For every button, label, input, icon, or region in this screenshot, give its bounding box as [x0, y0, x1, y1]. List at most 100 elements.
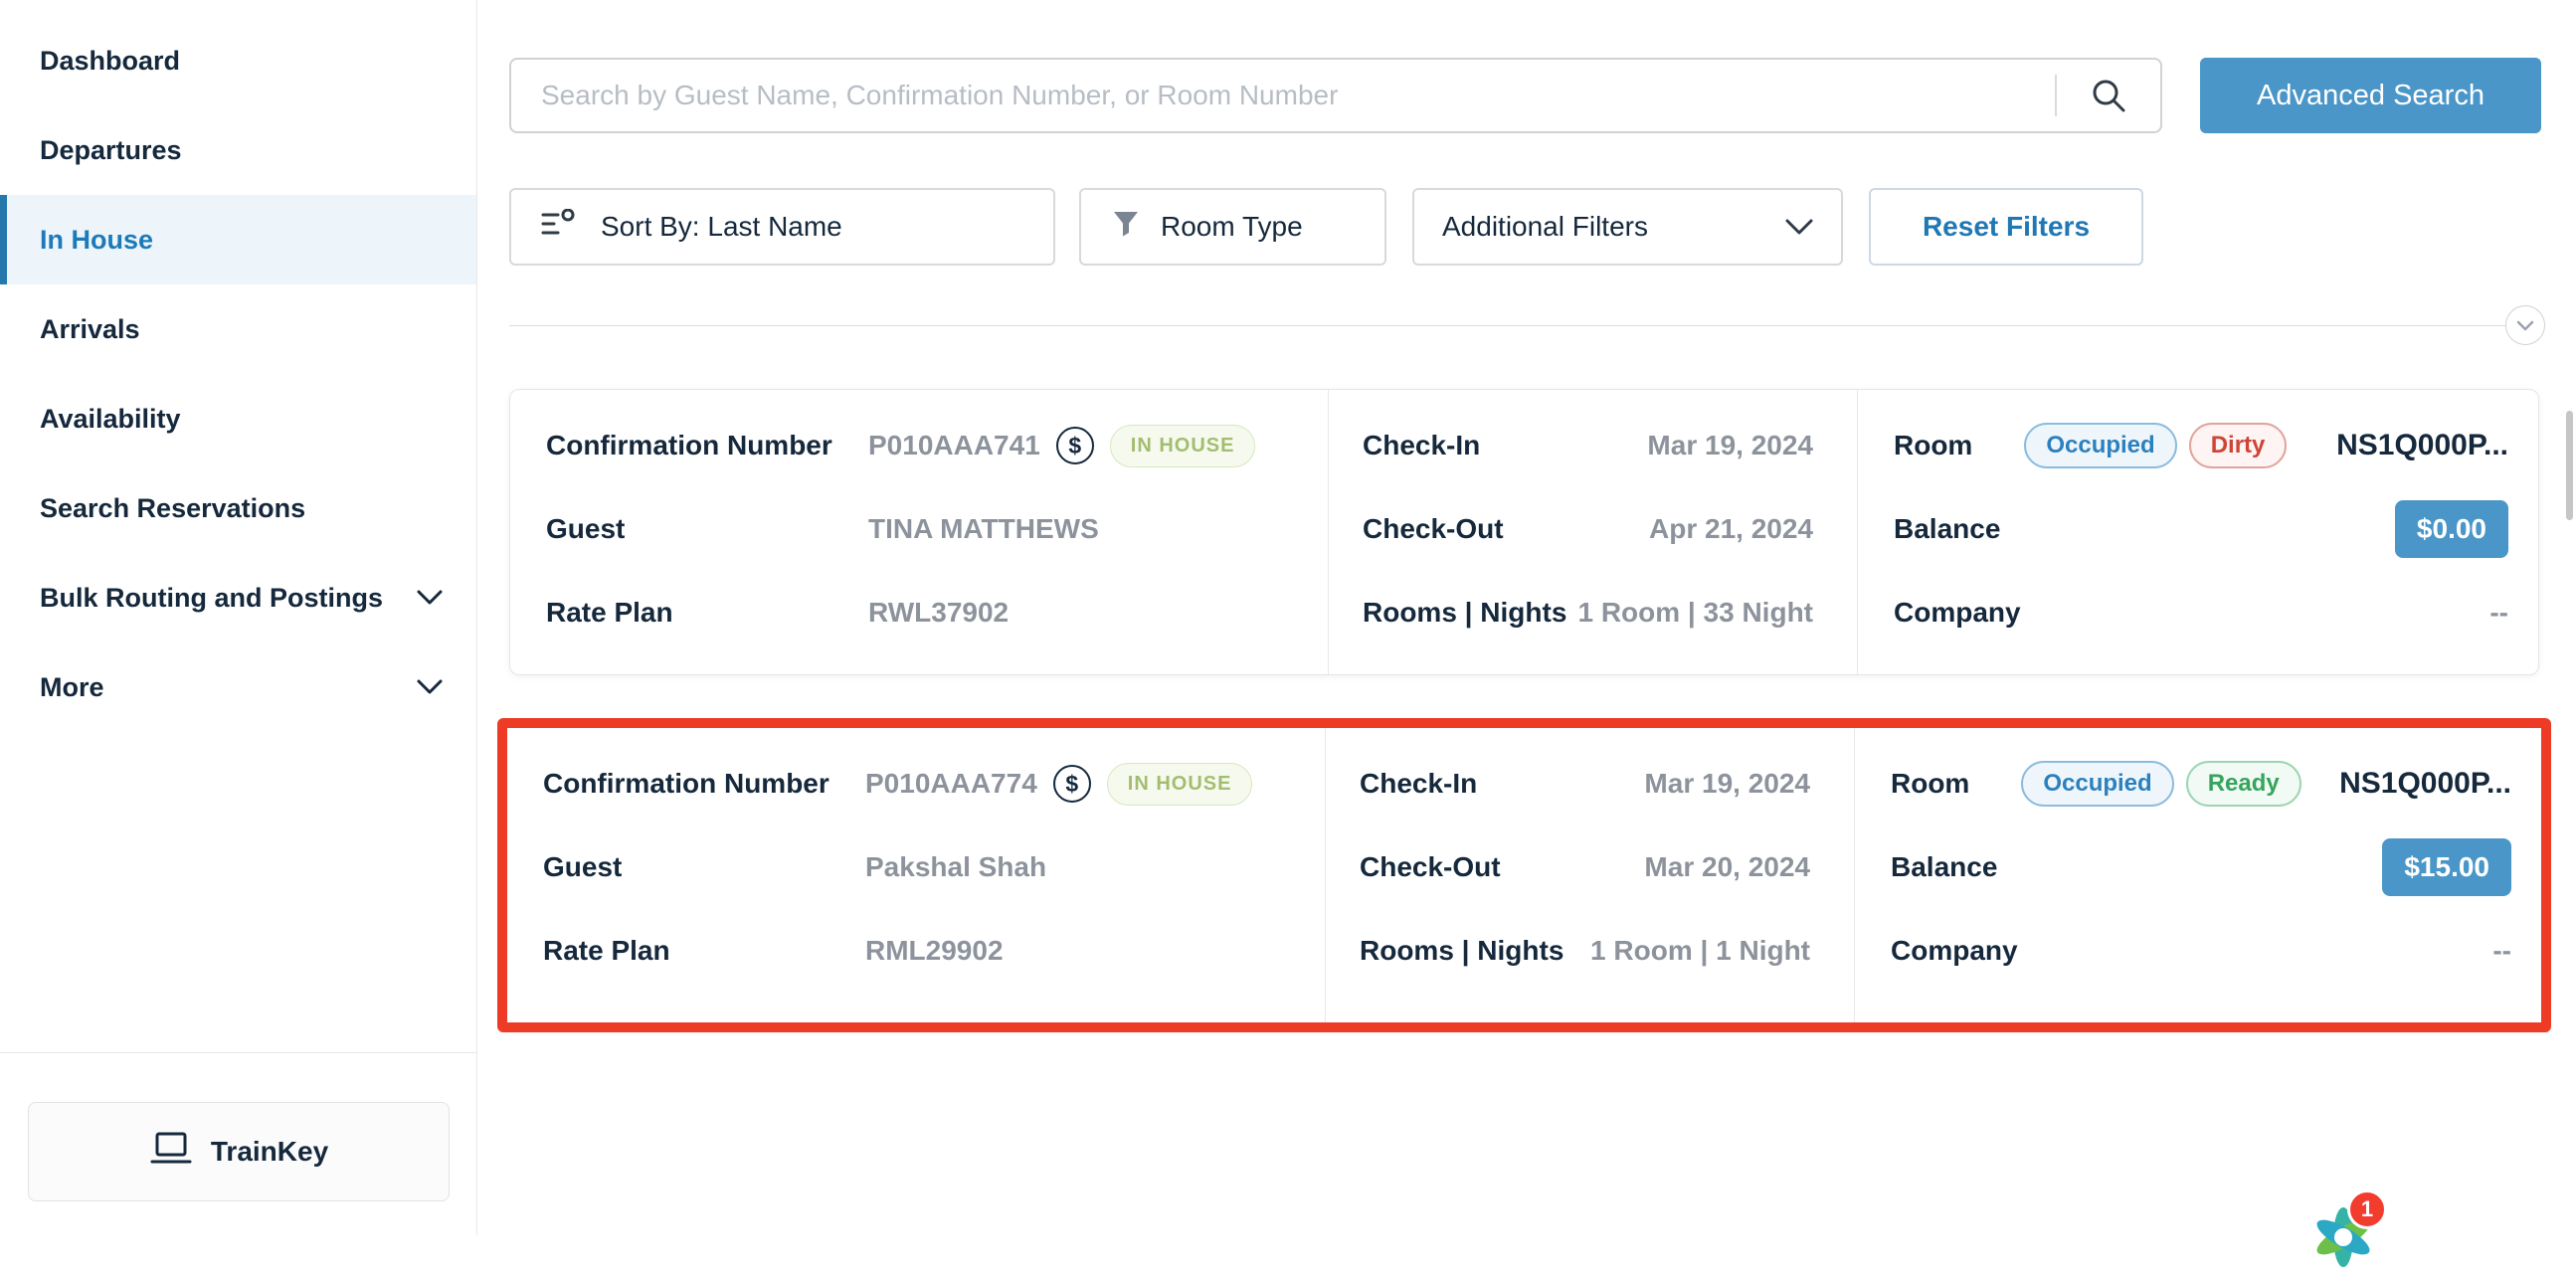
sidebar-item-label: Arrivals: [40, 314, 140, 345]
guest-name: TINA MATTHEWS: [868, 513, 1099, 545]
confirmation-row: Confirmation Number P010AAA774 $ IN HOUS…: [507, 742, 1325, 825]
sort-by-label: Sort By: Last Name: [601, 211, 842, 243]
chevron-down-icon: [2516, 320, 2534, 331]
check-in-label: Check-In: [1360, 768, 1477, 800]
rate-plan-row: Rate Plan RML29902: [507, 909, 1325, 993]
guest-row: Guest TINA MATTHEWS: [510, 487, 1328, 571]
balance-row: Balance $15.00: [1855, 825, 2541, 909]
company-row: Company --: [1855, 909, 2541, 993]
card-column-room: Room Occupied Ready NS1Q000P... Balance …: [1854, 728, 2541, 1022]
rooms-nights-row: Rooms | Nights 1 Room | 33 Night: [1329, 571, 1857, 654]
sidebar-item-in-house[interactable]: In House: [0, 195, 476, 284]
trainkey-label: TrainKey: [211, 1136, 328, 1168]
check-in-label: Check-In: [1363, 430, 1480, 461]
collapse-toggle-button[interactable]: [2505, 305, 2545, 345]
search-input[interactable]: [511, 60, 2055, 131]
sidebar: Dashboard Departures In House Arrivals A…: [0, 0, 477, 1235]
payment-icon[interactable]: $: [1056, 427, 1094, 464]
balance-button[interactable]: $0.00: [2395, 500, 2508, 558]
balance-label: Balance: [1891, 851, 1997, 883]
sidebar-nav: Dashboard Departures In House Arrivals A…: [0, 0, 476, 732]
company-label: Company: [1891, 935, 2018, 967]
housekeeping-status-pill: Ready: [2186, 761, 2301, 807]
check-in-row: Check-In Mar 19, 2024: [1329, 404, 1857, 487]
rate-plan-row: Rate Plan RWL37902: [510, 571, 1328, 654]
housekeeping-status-pill: Dirty: [2189, 423, 2288, 468]
search-icon[interactable]: [2057, 60, 2160, 131]
card-column-dates: Check-In Mar 19, 2024 Check-Out Apr 21, …: [1328, 390, 1857, 674]
room-label: Room: [1894, 430, 1972, 461]
rooms-nights-label: Rooms | Nights: [1360, 935, 1564, 967]
status-badge: IN HOUSE: [1107, 763, 1253, 806]
rooms-nights-value: 1 Room | 1 Night: [1590, 935, 1810, 967]
reset-filters-button[interactable]: Reset Filters: [1869, 188, 2143, 266]
guest-label: Guest: [546, 513, 868, 545]
check-out-row: Check-Out Mar 20, 2024: [1326, 825, 1854, 909]
notification-badge: 1: [2347, 1190, 2387, 1229]
guest-name: Pakshal Shah: [865, 851, 1046, 883]
sidebar-item-search-reservations[interactable]: Search Reservations: [0, 463, 476, 553]
check-out-row: Check-Out Apr 21, 2024: [1329, 487, 1857, 571]
check-out-date: Mar 20, 2024: [1644, 851, 1810, 883]
sort-icon: [541, 209, 577, 246]
sidebar-item-label: Dashboard: [40, 46, 180, 77]
sidebar-item-label: Availability: [40, 404, 181, 435]
confirmation-value-group: P010AAA741 $ IN HOUSE: [868, 425, 1255, 467]
room-row: Room Occupied Ready NS1Q000P...: [1855, 742, 2541, 825]
rooms-nights-row: Rooms | Nights 1 Room | 1 Night: [1326, 909, 1854, 993]
laptop-icon: [149, 1131, 193, 1174]
payment-icon[interactable]: $: [1053, 765, 1091, 803]
occupancy-status-pill: Occupied: [2021, 761, 2173, 807]
chat-widget-button[interactable]: 1: [2301, 1190, 2411, 1235]
confirmation-row: Confirmation Number P010AAA741 $ IN HOUS…: [510, 404, 1328, 487]
balance-row: Balance $0.00: [1858, 487, 2538, 571]
chevron-down-icon: [417, 590, 443, 606]
reservation-card[interactable]: Confirmation Number P010AAA774 $ IN HOUS…: [507, 728, 2541, 1022]
check-in-date: Mar 19, 2024: [1644, 768, 1810, 800]
sidebar-item-label: Departures: [40, 135, 182, 166]
card-column-identity: Confirmation Number P010AAA741 $ IN HOUS…: [510, 390, 1328, 674]
sidebar-item-label: Search Reservations: [40, 493, 305, 524]
company-value: --: [2489, 597, 2508, 629]
room-type-label: Room Type: [1161, 211, 1303, 243]
rate-plan-label: Rate Plan: [543, 935, 865, 967]
additional-filters-dropdown[interactable]: Additional Filters: [1412, 188, 1843, 266]
rate-plan-value: RWL37902: [868, 597, 1009, 629]
sidebar-item-departures[interactable]: Departures: [0, 105, 476, 195]
confirmation-number: P010AAA774: [865, 768, 1037, 800]
company-row: Company --: [1858, 571, 2538, 654]
chevron-down-icon: [1785, 219, 1813, 236]
vertical-scrollbar[interactable]: [2566, 411, 2573, 520]
confirmation-label: Confirmation Number: [546, 430, 868, 461]
sidebar-item-availability[interactable]: Availability: [0, 374, 476, 463]
room-row: Room Occupied Dirty NS1Q000P...: [1858, 404, 2538, 487]
company-label: Company: [1894, 597, 2021, 629]
reset-filters-label: Reset Filters: [1923, 211, 2090, 243]
sort-by-button[interactable]: Sort By: Last Name: [509, 188, 1055, 266]
highlighted-reservation-outline: Confirmation Number P010AAA774 $ IN HOUS…: [497, 718, 2551, 1032]
trainkey-button[interactable]: TrainKey: [28, 1102, 450, 1201]
sidebar-item-arrivals[interactable]: Arrivals: [0, 284, 476, 374]
filter-funnel-icon: [1111, 209, 1141, 246]
sidebar-item-more[interactable]: More: [0, 642, 476, 732]
sidebar-item-label: Bulk Routing and Postings: [40, 583, 383, 614]
room-number: NS1Q000P...: [2336, 429, 2508, 462]
confirmation-label: Confirmation Number: [543, 768, 865, 800]
card-column-dates: Check-In Mar 19, 2024 Check-Out Mar 20, …: [1325, 728, 1854, 1022]
room-number: NS1Q000P...: [2339, 767, 2511, 801]
sidebar-item-dashboard[interactable]: Dashboard: [0, 16, 476, 105]
check-out-label: Check-Out: [1363, 513, 1504, 545]
company-value: --: [2492, 935, 2511, 967]
sidebar-item-bulk-routing[interactable]: Bulk Routing and Postings: [0, 553, 476, 642]
room-type-button[interactable]: Room Type: [1079, 188, 1386, 266]
card-column-room: Room Occupied Dirty NS1Q000P... Balance …: [1857, 390, 2538, 674]
balance-button[interactable]: $15.00: [2382, 838, 2511, 896]
status-badge: IN HOUSE: [1110, 425, 1256, 467]
check-out-label: Check-Out: [1360, 851, 1501, 883]
additional-filters-label: Additional Filters: [1442, 211, 1648, 243]
advanced-search-button[interactable]: Advanced Search: [2200, 58, 2541, 133]
search-bar: [509, 58, 2162, 133]
balance-label: Balance: [1894, 513, 2000, 545]
guest-row: Guest Pakshal Shah: [507, 825, 1325, 909]
reservation-card[interactable]: Confirmation Number P010AAA741 $ IN HOUS…: [509, 389, 2539, 675]
